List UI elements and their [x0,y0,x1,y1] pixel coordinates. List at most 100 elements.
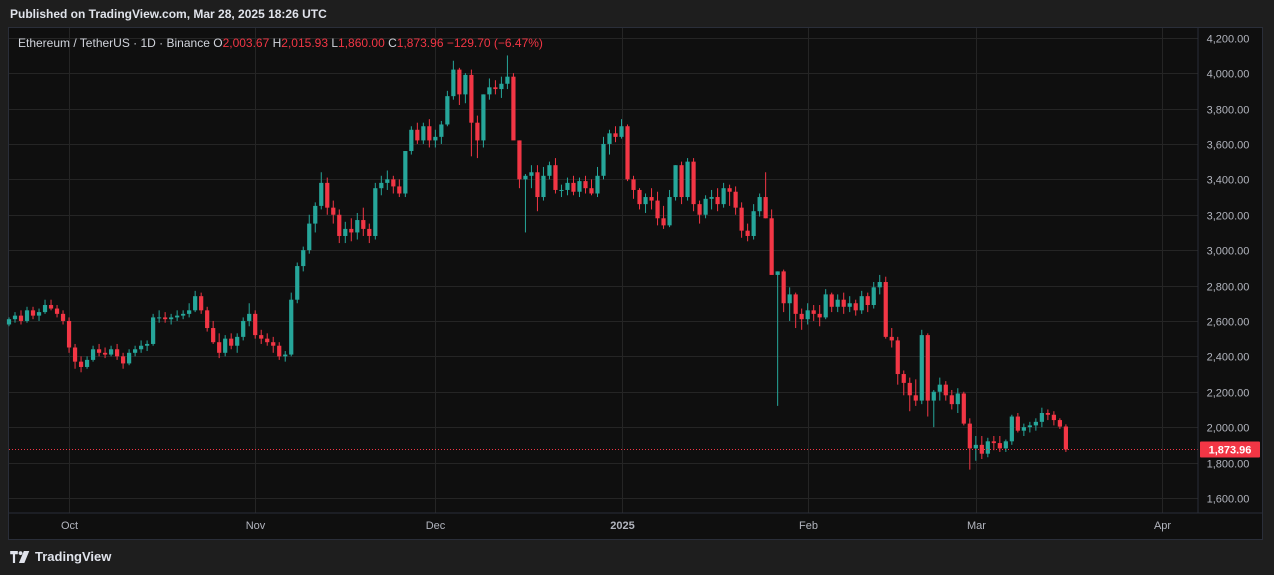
candle-body [367,228,372,236]
candle-body [277,345,282,357]
brand-name: TradingView [35,549,112,564]
candle-body [163,317,168,320]
candle-body [913,395,918,401]
candle-body [697,204,702,215]
x-tick-label: Dec [426,520,446,532]
candle-body [883,282,888,337]
price-axis[interactable]: 1,600.00 1,800.00 2,000.00 2,200.00 2,400.00… [1197,28,1250,513]
candle-body [1015,416,1020,431]
candle-body [925,335,930,401]
candle-body [409,129,414,152]
candle-body [769,218,774,275]
candle-body [871,287,876,306]
footer-brand[interactable]: TradingView [10,549,111,564]
candle-body [385,179,390,183]
candles [6,55,1068,470]
candle-body [169,317,174,320]
candle-body [403,151,408,194]
candle-body [199,296,204,311]
candle-body [763,197,768,219]
candle-body [265,338,270,343]
candle-body [805,310,810,320]
candle-body [601,143,606,176]
candle-body [193,296,198,311]
candle-body [679,165,684,198]
y-tick-label: 2,800.00 [1207,282,1250,294]
candle-body [1039,412,1044,422]
y-tick-label: 2,200.00 [1207,388,1250,400]
candle-body [421,126,426,141]
candle-body [865,296,870,306]
candle-body [451,69,456,97]
candle-body [895,340,900,375]
candle-body [595,175,600,194]
candle-body [751,211,756,236]
candle-body [835,299,840,307]
candle-body [72,347,78,362]
candle-body [145,343,150,346]
candlestick-chart[interactable]: 1,873.96 1,600.00 1,800.00 2,000.00 2,200.0… [0,0,1274,575]
candle-body [607,133,612,144]
high-label: H [272,36,282,50]
x-tick-label: Mar [967,520,986,532]
candle-body [301,250,306,267]
candle-body [1009,416,1014,442]
candle-body [469,74,474,123]
candle-body [253,313,258,336]
candle-body [60,313,66,321]
candle-body [313,205,318,224]
candle-body [817,313,822,318]
y-tick-label: 3,000.00 [1207,246,1250,258]
candle-body [613,133,618,137]
candle-body [205,310,210,329]
candle-body [577,181,582,192]
candle-body [1057,420,1062,427]
candle-body [967,423,972,449]
candle-body [6,319,12,325]
candle-body [691,161,696,205]
candle-body [1063,426,1068,450]
candle-body [1051,414,1056,421]
candle-body [685,161,690,198]
change-value: −129.70 (−6.47%) [446,36,543,50]
candle-body [571,182,576,192]
candle-body [271,342,276,346]
candle-body [1045,412,1050,415]
candle-body [733,191,738,208]
candle-body [102,352,108,355]
candle-body [643,197,648,205]
candle-body [319,182,324,206]
candle-body [48,305,54,309]
candle-body [919,335,924,401]
grid-lines [9,28,1198,513]
candle-body [481,94,486,141]
candle-body [775,271,780,275]
open-label: O [213,36,223,50]
candle-body [673,165,678,198]
candle-body [439,124,444,137]
last-price-line: 1,873.96 [9,441,1260,458]
candle-body [907,382,912,396]
candle-body [1033,421,1038,426]
candle-body [781,271,786,304]
candle-body [877,282,882,288]
candle-body [529,172,534,176]
y-tick-label: 4,200.00 [1207,34,1250,46]
candle-body [517,140,522,180]
time-axis[interactable]: Oct Nov Dec 2025 Feb Mar Apr [9,512,1262,532]
candle-body [655,200,660,219]
candle-body [78,361,84,367]
candle-body [30,310,36,316]
candle-body [96,349,102,353]
candle-body [84,359,90,367]
candle-body [120,356,126,364]
y-tick-label: 1,800.00 [1207,459,1250,471]
low-value: 1,860.00 [338,36,385,50]
candle-body [139,345,144,350]
candle-body [499,83,504,90]
x-tick-label: Nov [246,520,266,532]
candle-body [547,165,552,176]
candle-body [427,126,432,141]
candle-body [637,189,642,205]
candle-body [649,197,654,201]
